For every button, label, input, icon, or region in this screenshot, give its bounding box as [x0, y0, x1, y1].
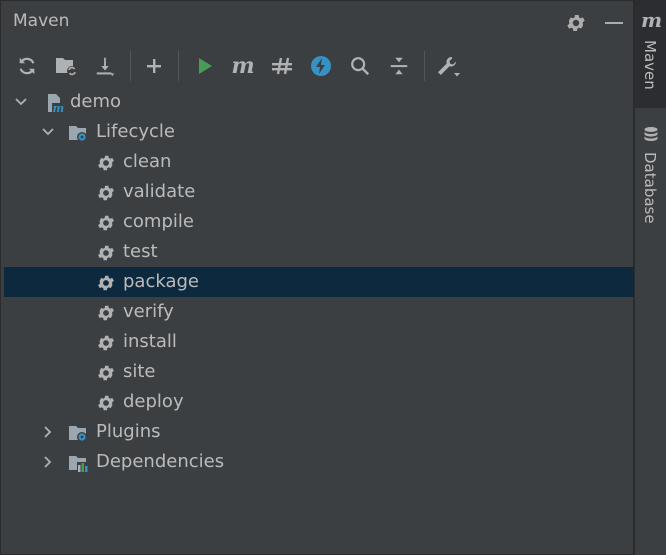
chevron-right-icon[interactable] — [40, 424, 56, 440]
search-icon[interactable] — [346, 52, 374, 80]
goal-label: site — [123, 361, 156, 382]
goal-label: install — [123, 331, 177, 352]
toolbar-separator — [424, 51, 425, 81]
tree-node-lifecycle[interactable]: Lifecycle — [4, 117, 635, 147]
goal-label: package — [123, 271, 199, 292]
gear-icon — [98, 185, 114, 201]
download-icon[interactable] — [91, 52, 119, 80]
maven-project-icon: m — [48, 94, 65, 113]
run-icon[interactable] — [191, 52, 219, 80]
goal-label: test — [123, 241, 158, 262]
skip-tests-icon[interactable] — [307, 52, 335, 80]
database-tab-label: Database — [641, 152, 659, 224]
plugins-folder-icon — [69, 426, 87, 442]
chevron-down-icon[interactable] — [40, 124, 56, 140]
collapse-all-icon[interactable] — [385, 52, 413, 80]
gear-icon[interactable] — [565, 12, 587, 34]
gear-icon — [98, 155, 114, 171]
goal-label: clean — [123, 151, 172, 172]
dependencies-label: Dependencies — [96, 451, 225, 472]
gear-icon — [98, 305, 114, 321]
maven-icon: m — [641, 8, 663, 32]
tree-node-project[interactable]: m demo — [4, 87, 635, 117]
lifecycle-goal[interactable]: site — [4, 357, 635, 387]
goal-label: deploy — [123, 391, 184, 412]
toolbar-separator — [178, 51, 179, 81]
tool-window-title: Maven — [13, 11, 70, 31]
settings-wrench-icon[interactable] — [434, 52, 462, 80]
tree-node-dependencies[interactable]: Dependencies — [4, 447, 635, 477]
lifecycle-goal[interactable]: compile — [4, 207, 635, 237]
lifecycle-goal[interactable]: verify — [4, 297, 635, 327]
maven-toolbar: m — [1, 49, 635, 85]
gear-icon — [98, 275, 114, 291]
database-icon — [644, 127, 658, 141]
gear-icon — [98, 395, 114, 411]
toggle-offline-icon[interactable] — [268, 52, 296, 80]
right-tool-strip: m Maven Database — [634, 0, 666, 555]
lifecycle-goal[interactable]: validate — [4, 177, 635, 207]
database-side-tab[interactable]: Database — [635, 118, 666, 238]
chevron-down-icon[interactable] — [13, 94, 29, 110]
reload-all-icon[interactable] — [13, 52, 41, 80]
toolbar-separator — [130, 51, 131, 81]
tool-window-header: Maven — [1, 1, 635, 45]
execute-maven-goal-icon[interactable]: m — [229, 52, 257, 80]
dependencies-folder-icon — [69, 456, 88, 473]
lifecycle-label: Lifecycle — [96, 121, 175, 142]
gear-icon — [98, 335, 114, 351]
goal-label: compile — [123, 211, 194, 232]
tree-node-plugins[interactable]: Plugins — [4, 417, 635, 447]
lifecycle-goal-selected[interactable]: package — [4, 267, 635, 297]
lifecycle-folder-icon — [69, 126, 87, 142]
lifecycle-goal[interactable]: clean — [4, 147, 635, 177]
lifecycle-goal[interactable]: install — [4, 327, 635, 357]
goal-label: validate — [123, 181, 196, 202]
maven-side-tab[interactable]: m Maven — [635, 0, 666, 108]
goal-label: verify — [123, 301, 174, 322]
project-label: demo — [70, 91, 122, 112]
gear-icon — [98, 245, 114, 261]
maven-tool-window: Maven m m demo Lifecycle clean validate … — [0, 0, 635, 555]
gear-icon — [98, 365, 114, 381]
svg-text:m: m — [53, 102, 65, 113]
plugins-label: Plugins — [96, 421, 161, 442]
lifecycle-goal[interactable]: deploy — [4, 387, 635, 417]
add-icon[interactable] — [140, 52, 168, 80]
generate-sources-icon[interactable] — [52, 52, 80, 80]
chevron-right-icon[interactable] — [40, 454, 56, 470]
gear-icon — [98, 215, 114, 231]
lifecycle-goal[interactable]: test — [4, 237, 635, 267]
maven-tab-label: Maven — [641, 40, 659, 90]
minimize-icon[interactable] — [605, 22, 623, 24]
